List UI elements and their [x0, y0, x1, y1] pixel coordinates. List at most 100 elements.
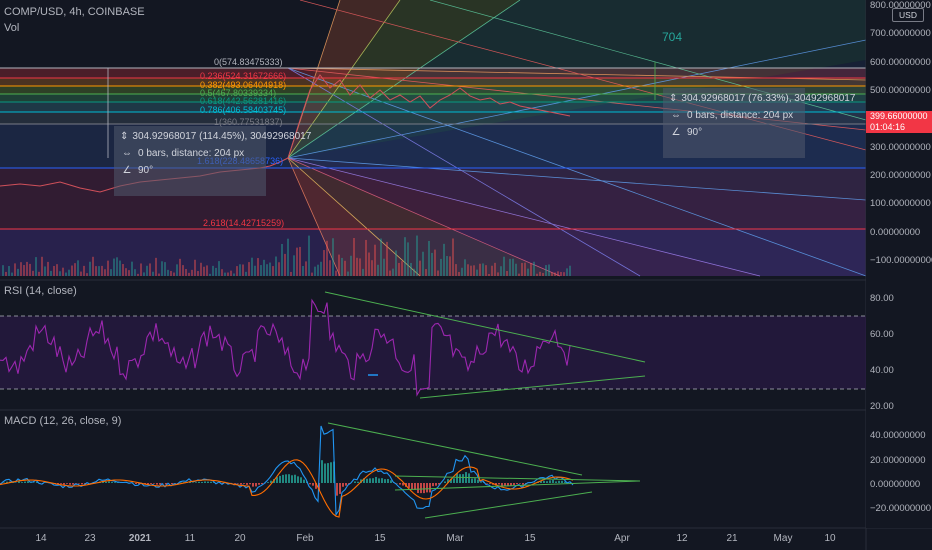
fib-label: 0(574.83475333): [214, 57, 283, 67]
volume-bar: [545, 265, 547, 276]
macd-histogram-bar: [453, 478, 455, 483]
volume-bar: [443, 243, 445, 276]
measure-angle: 90°: [138, 165, 154, 176]
macd-histogram-bar: [513, 483, 515, 486]
macd-histogram-bar: [381, 478, 383, 483]
annotation-704[interactable]: 704: [662, 30, 682, 44]
volume-bar: [485, 265, 487, 276]
volume-bar: [131, 261, 133, 276]
volume-bar: [143, 272, 145, 276]
price-axis-label: 600.00000000: [870, 57, 931, 68]
macd-histogram-bar: [399, 483, 401, 485]
macd-histogram-bar: [543, 480, 545, 483]
macd-title[interactable]: MACD (12, 26, close, 9): [4, 415, 121, 427]
price-range-icon: ⇕: [669, 93, 678, 104]
price-axis-label: 100.00000000: [870, 198, 931, 209]
volume-bar: [317, 264, 319, 276]
price-axis[interactable]: 800.00000000 700.00000000 600.00000000 5…: [866, 0, 932, 528]
macd-histogram-bar: [171, 483, 173, 485]
volume-bar: [509, 258, 511, 276]
macd-histogram-bar: [420, 483, 422, 494]
macd-histogram-bar: [468, 473, 470, 483]
volume-bar: [248, 262, 250, 276]
volume-bar: [392, 268, 394, 276]
volume-bar: [416, 235, 418, 276]
volume-bar: [335, 270, 337, 276]
volume-bar: [407, 242, 409, 276]
macd-histogram-bar: [522, 483, 524, 485]
volume-bar: [8, 266, 10, 276]
measure-box[interactable]: ⇕ 304.92968017 (76.33%), 30492968017 ⇔ 0 b…: [663, 88, 855, 158]
rsi-axis-label: 60.00: [870, 329, 894, 340]
macd-histogram-bar: [462, 474, 464, 483]
rsi-pane[interactable]: [0, 291, 866, 399]
volume-bar: [62, 267, 64, 276]
volume-bar: [293, 255, 295, 276]
price-axis-label: −100.00000000: [870, 255, 932, 266]
macd-histogram-bar: [150, 483, 152, 484]
macd-histogram-bar: [555, 481, 557, 483]
macd-axis-label: −20.00000000: [870, 503, 932, 514]
rsi-axis-label: 40.00: [870, 365, 894, 376]
volume-bar: [302, 265, 304, 276]
volume-bar: [503, 256, 505, 276]
volume-bar: [434, 249, 436, 276]
volume-legend[interactable]: Vol: [4, 22, 19, 34]
price-range-icon: ⇕: [120, 131, 129, 142]
volume-bar: [161, 261, 163, 276]
chart-canvas[interactable]: [0, 0, 932, 550]
macd-histogram-bar: [516, 483, 518, 485]
volume-bar: [275, 256, 277, 276]
volume-bar: [38, 271, 40, 276]
volume-bar: [191, 269, 193, 276]
measure-box[interactable]: ⇕ 304.92968017 (114.45%), 30492968017 ⇔ 0 …: [114, 126, 311, 196]
symbol-title[interactable]: COMP/USD, 4h, COINBASE: [4, 6, 145, 18]
macd-histogram-bar: [519, 483, 521, 484]
macd-histogram-bar: [342, 483, 344, 487]
rsi-title[interactable]: RSI (14, close): [4, 285, 77, 297]
macd-histogram-bar: [135, 483, 137, 485]
macd-histogram-bar: [303, 479, 305, 483]
volume-bar: [119, 260, 121, 276]
volume-bar: [155, 257, 157, 276]
measure-price: 304.92968017 (114.45%), 30492968017: [132, 131, 312, 142]
price-axis-label: 500.00000000: [870, 85, 931, 96]
macd-histogram-bar: [330, 462, 332, 483]
macd-histogram-bar: [105, 481, 107, 483]
currency-badge[interactable]: USD: [892, 8, 924, 22]
volume-bar: [479, 263, 481, 276]
macd-histogram-bar: [369, 478, 371, 483]
macd-histogram-bar: [288, 474, 290, 483]
volume-bar: [377, 264, 379, 276]
time-axis[interactable]: 14 23 2021 11 20 Feb 15 Mar 15 Apr 12 21…: [0, 528, 866, 550]
volume-bar: [410, 262, 412, 276]
macd-pane[interactable]: [0, 422, 641, 519]
volume-bar: [326, 240, 328, 276]
volume-bar: [284, 253, 286, 276]
macd-histogram-bar: [249, 483, 251, 485]
volume-bar: [518, 273, 520, 276]
macd-histogram-bar: [432, 483, 434, 487]
macd-histogram-bar: [384, 479, 386, 483]
time-axis-label: 20: [234, 533, 246, 544]
macd-histogram-bar: [78, 483, 80, 484]
volume-bar: [110, 269, 112, 276]
volume-bar: [524, 262, 526, 276]
volume-bar: [5, 271, 7, 276]
volume-bar: [281, 243, 283, 276]
volume-bar: [527, 268, 529, 276]
volume-bar: [347, 271, 349, 276]
volume-bar: [566, 268, 568, 276]
volume-bar: [95, 266, 97, 276]
volume-bar: [440, 258, 442, 276]
volume-bar: [44, 266, 46, 276]
macd-histogram-bar: [312, 483, 314, 486]
volume-bar: [452, 238, 454, 276]
macd-histogram-bar: [255, 483, 257, 487]
measure-bars: 0 bars, distance: 204 px: [138, 148, 245, 159]
volume-bar: [11, 272, 13, 276]
volume-bar: [125, 268, 127, 276]
volume-bar: [401, 261, 403, 276]
volume-bar: [236, 266, 238, 276]
time-axis-label: Feb: [296, 533, 314, 544]
